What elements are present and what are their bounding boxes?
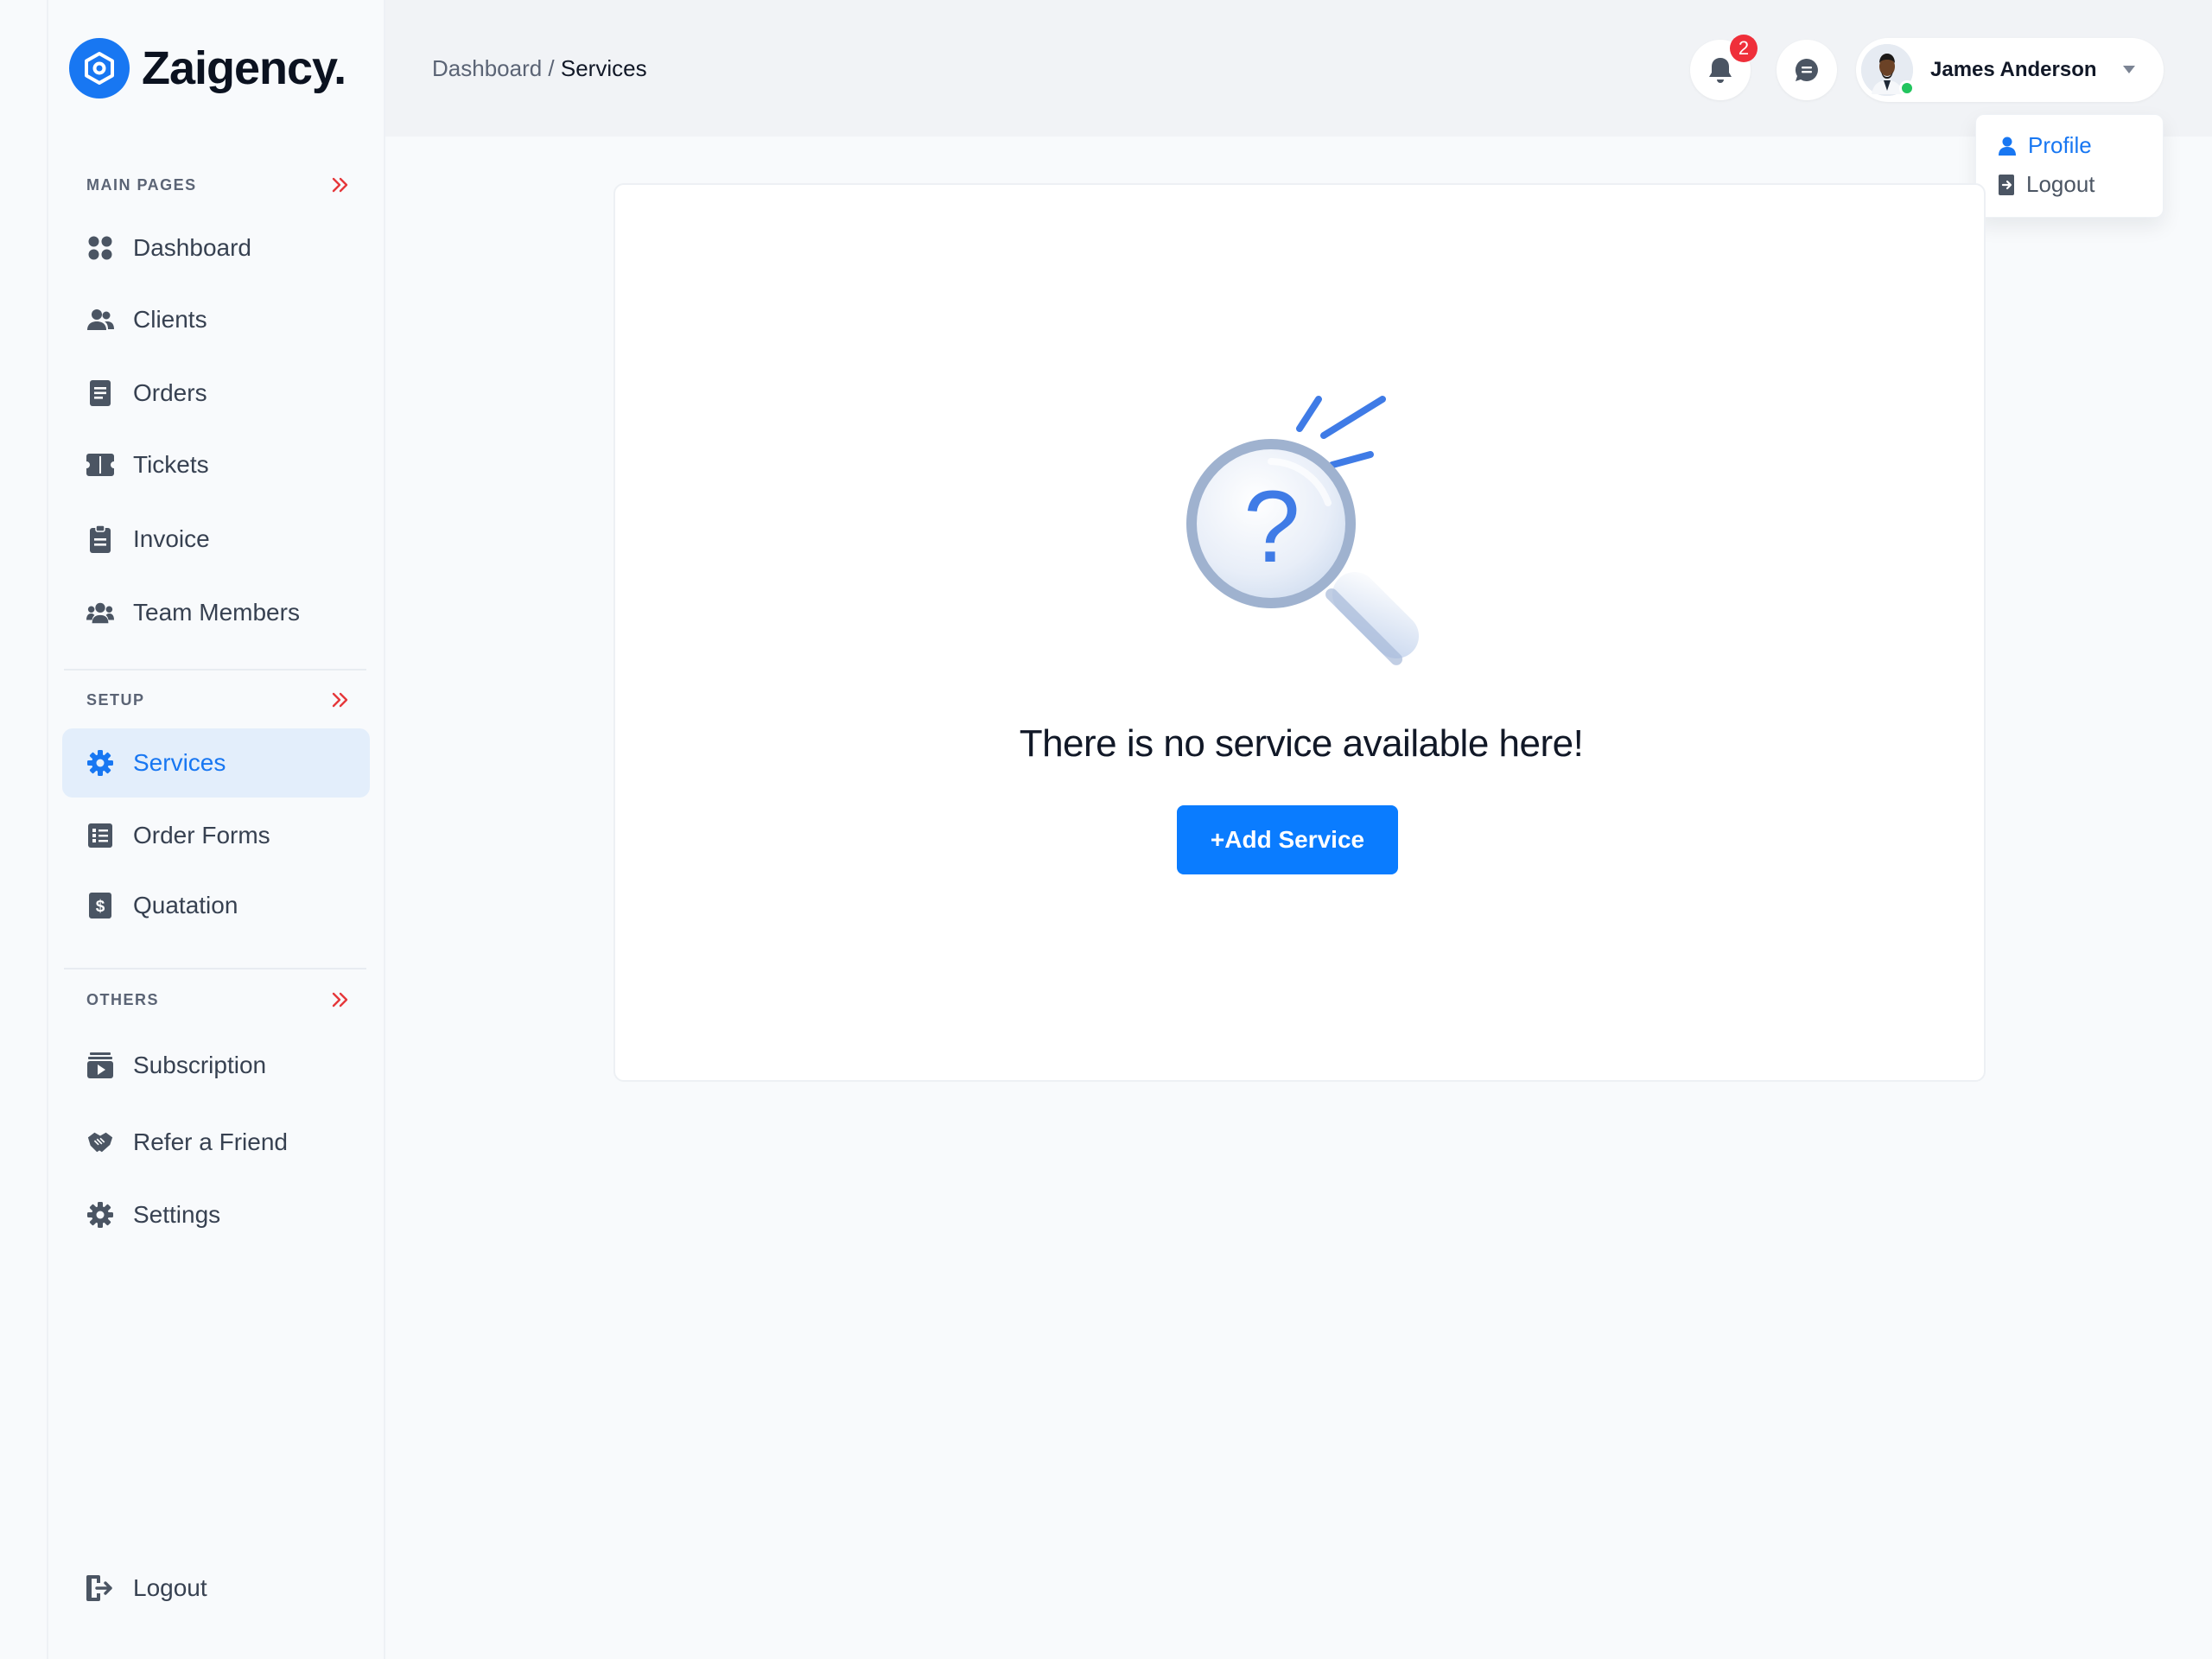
sidebar-item-subscription[interactable]: Subscription: [62, 1031, 370, 1100]
double-chevron-right-icon[interactable]: [330, 989, 351, 1010]
breadcrumb-current: Services: [560, 55, 647, 81]
section-title: OTHERS: [86, 990, 160, 1008]
menu-item-label: Profile: [2028, 132, 2092, 158]
brand-name: Zaigency.: [142, 42, 346, 94]
user-menu-button[interactable]: James Anderson: [1856, 38, 2164, 102]
sidebar-item-label: Refer a Friend: [133, 1128, 288, 1155]
sidebar-item-settings[interactable]: Settings: [62, 1180, 370, 1249]
section-divider: [64, 669, 366, 671]
sidebar-item-label: Clients: [133, 306, 207, 333]
double-chevron-right-icon[interactable]: [330, 690, 351, 710]
menu-item-profile[interactable]: Profile: [1999, 132, 2092, 159]
empty-state-message: There is no service available here!: [1019, 722, 1584, 765]
page-gutter: [0, 0, 47, 1659]
sidebar-item-label: Dashboard: [133, 234, 251, 261]
caret-down-icon: [2123, 66, 2135, 73]
sidebar-item-label: Logout: [133, 1574, 207, 1601]
sidebar-item-invoice[interactable]: Invoice: [62, 505, 370, 574]
section-others: OTHERS: [86, 989, 351, 1010]
subscription-icon: [86, 1052, 114, 1079]
sidebar-item-label: Tickets: [133, 451, 209, 478]
document-icon: [86, 379, 114, 407]
svg-text:$: $: [96, 898, 105, 916]
sidebar-item-label: Order Forms: [133, 822, 270, 849]
sidebar-item-label: Settings: [133, 1201, 221, 1228]
brand-logo-icon: [69, 38, 130, 99]
sidebar-item-clients[interactable]: Clients: [62, 285, 370, 354]
services-empty-card: ? There is no service available here! +A…: [613, 183, 1986, 1082]
messages-button[interactable]: [1777, 40, 1837, 100]
double-chevron-right-icon[interactable]: [330, 175, 351, 195]
section-setup: SETUP: [86, 690, 351, 710]
sidebar-item-team-members[interactable]: Team Members: [62, 578, 370, 647]
sidebar-item-orders[interactable]: Orders: [62, 359, 370, 428]
breadcrumb: Dashboard / Services: [432, 55, 647, 82]
menu-item-logout[interactable]: Logout: [1999, 171, 2095, 198]
team-icon: [86, 599, 114, 626]
form-list-icon: [86, 822, 114, 849]
clipboard-icon: [86, 525, 114, 553]
sidebar: Zaigency. MAIN PAGES Dashboard Clients O…: [47, 0, 385, 1659]
magnifier-question-illustration: ?: [1186, 396, 1420, 665]
sidebar-item-order-forms[interactable]: Order Forms: [62, 801, 370, 870]
sidebar-item-quatation[interactable]: $ Quatation: [62, 871, 370, 940]
sidebar-item-label: Invoice: [133, 525, 210, 552]
section-title: SETUP: [86, 690, 145, 709]
notification-count-badge: 2: [1730, 35, 1758, 62]
dollar-file-icon: $: [86, 892, 114, 919]
add-service-button[interactable]: +Add Service: [1177, 805, 1398, 874]
avatar: [1861, 44, 1915, 96]
sidebar-item-label: Subscription: [133, 1052, 267, 1078]
gear-icon: [86, 749, 114, 777]
sidebar-item-dashboard[interactable]: Dashboard: [62, 213, 370, 283]
user-dropdown-menu: Profile Logout: [1975, 114, 2164, 218]
user-icon: [1999, 137, 2016, 156]
dashboard-grid-icon: [86, 234, 114, 262]
sidebar-item-label: Quatation: [133, 892, 238, 918]
bell-icon: [1709, 58, 1732, 83]
users-icon: [86, 306, 114, 334]
chat-bubble-icon: [1795, 58, 1818, 81]
menu-item-label: Logout: [2026, 171, 2095, 197]
sidebar-item-refer-a-friend[interactable]: Refer a Friend: [62, 1108, 370, 1177]
topbar: Dashboard / Services 2 James Anderson: [385, 0, 2212, 137]
section-main-pages: MAIN PAGES: [86, 175, 351, 195]
section-title: MAIN PAGES: [86, 175, 197, 194]
handshake-icon: [86, 1128, 114, 1156]
user-name: James Anderson: [1930, 58, 2097, 81]
breadcrumb-separator: /: [542, 55, 561, 81]
logout-icon: [86, 1574, 114, 1602]
sidebar-logout-button[interactable]: Logout: [62, 1554, 370, 1623]
settings-gear-icon: [86, 1201, 114, 1229]
brand[interactable]: Zaigency.: [69, 38, 346, 99]
sidebar-item-services[interactable]: Services: [62, 728, 370, 798]
sidebar-item-label: Orders: [133, 379, 207, 406]
sidebar-item-label: Services: [133, 749, 226, 776]
svg-text:?: ?: [1243, 470, 1300, 584]
sign-out-icon: [1999, 174, 2014, 195]
online-status-indicator: [1899, 80, 1915, 96]
sidebar-item-label: Team Members: [133, 599, 300, 626]
sidebar-item-tickets[interactable]: Tickets: [62, 430, 370, 499]
section-divider: [64, 968, 366, 969]
notifications-button[interactable]: 2: [1690, 35, 1758, 100]
ticket-icon: [86, 451, 114, 479]
breadcrumb-parent[interactable]: Dashboard: [432, 55, 542, 81]
